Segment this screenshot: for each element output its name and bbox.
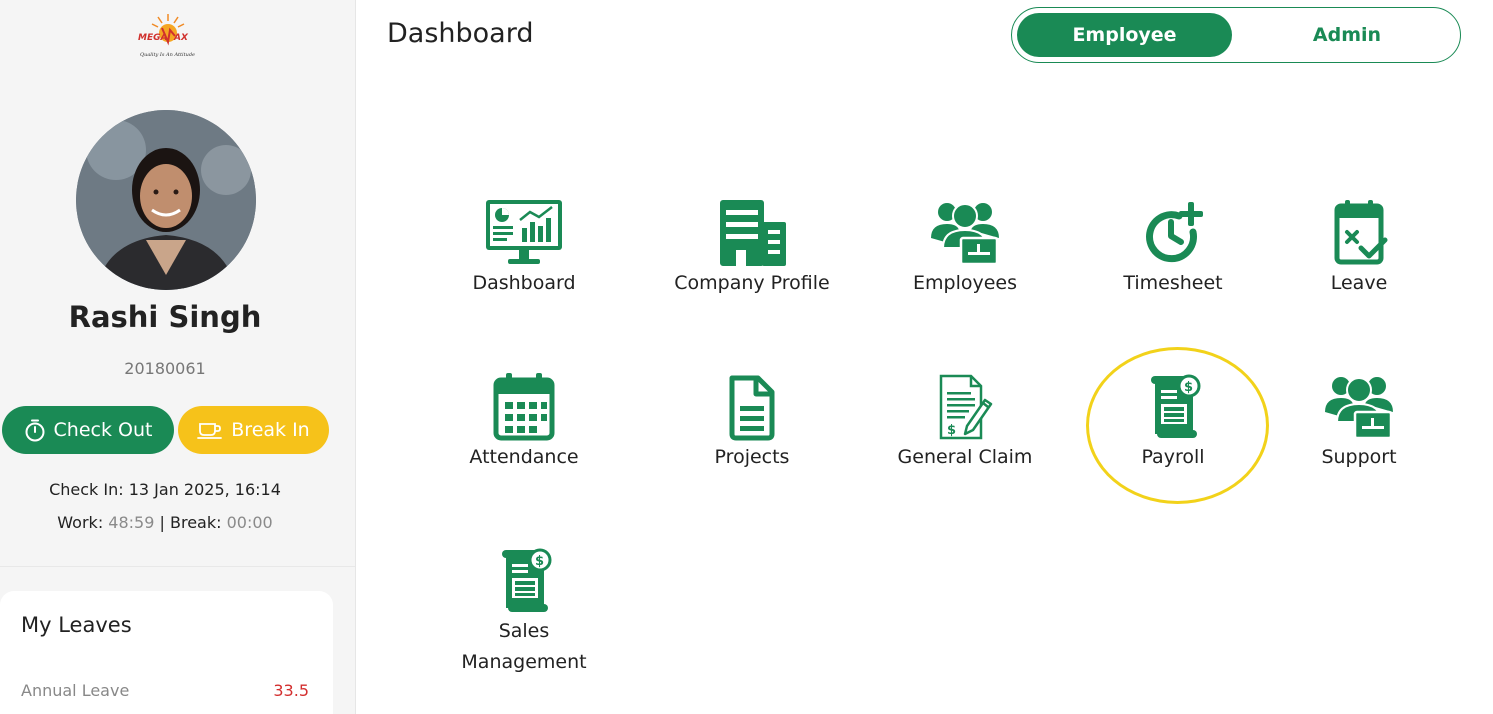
check-in-info: Check In: 13 Jan 2025, 16:14 <box>0 480 330 499</box>
work-label: Work: <box>57 513 104 532</box>
role-toggle: Employee Admin <box>1011 7 1461 63</box>
tile-support[interactable]: Support <box>1269 372 1449 473</box>
leave-balance: 33.5 <box>273 681 309 700</box>
tile-label: Payroll <box>1141 446 1205 468</box>
tile-general-claim[interactable]: $ General Claim <box>875 372 1055 473</box>
tile-label: Timesheet <box>1123 272 1223 294</box>
leave-type: Annual Leave <box>21 681 130 700</box>
tile-label: Employees <box>913 272 1017 294</box>
tile-leave[interactable]: Leave <box>1269 198 1449 299</box>
check-out-label: Check Out <box>53 419 153 441</box>
sidebar-divider <box>0 566 355 567</box>
svg-text:$: $ <box>535 554 544 569</box>
support-group-icon <box>1325 377 1393 440</box>
tile-label: Dashboard <box>472 272 576 294</box>
people-group-icon <box>931 203 999 266</box>
tile-sales-management[interactable]: $ Sales Management <box>434 546 614 678</box>
document-icon <box>729 375 775 441</box>
building-icon <box>720 200 786 266</box>
tile-timesheet[interactable]: Timesheet <box>1083 198 1263 299</box>
tile-label: Support <box>1321 446 1397 468</box>
avatar <box>76 110 256 290</box>
check-out-button[interactable]: Check Out <box>2 406 174 454</box>
calendar-grid-icon <box>493 373 555 441</box>
break-time: 00:00 <box>226 513 273 532</box>
megamax-logo: MEGA AX Quality Is An Attitude <box>134 12 196 62</box>
svg-text:MEGA: MEGA <box>138 33 167 43</box>
tile-label: General Claim <box>897 446 1033 468</box>
employee-toggle-button[interactable]: Employee <box>1017 13 1232 57</box>
monitor-chart-icon <box>486 200 562 264</box>
user-name: Rashi Singh <box>68 300 262 334</box>
tile-employees[interactable]: Employees <box>875 198 1055 299</box>
check-in-label: Check In: <box>49 480 124 499</box>
leave-row: Annual Leave 33.5 <box>21 681 309 700</box>
svg-text:Quality Is An Attitude: Quality Is An Attitude <box>140 52 195 58</box>
tile-label: Sales Management <box>461 620 587 673</box>
sidebar: MEGA AX Quality Is An Attitude Rashi Sin… <box>0 0 356 714</box>
check-in-time: 13 Jan 2025, 16:14 <box>128 480 281 499</box>
svg-text:$: $ <box>947 423 956 438</box>
svg-text:$: $ <box>1184 380 1193 395</box>
info-separator: | <box>159 513 165 532</box>
tile-label: Leave <box>1330 272 1388 294</box>
tile-label: Attendance <box>469 446 579 468</box>
work-break-info: Work: 48:59 | Break: 00:00 <box>0 513 330 532</box>
sales-scroll-icon: $ <box>502 548 552 612</box>
payroll-scroll-icon: $ <box>1151 374 1201 438</box>
svg-text:AX: AX <box>173 33 189 43</box>
coffee-cup-icon <box>197 423 223 439</box>
tile-projects[interactable]: Projects <box>662 372 842 473</box>
claim-form-icon: $ <box>939 374 993 440</box>
tile-attendance[interactable]: Attendance <box>434 372 614 473</box>
admin-toggle-button[interactable]: Admin <box>1237 13 1457 57</box>
tile-label: Company Profile <box>674 272 830 294</box>
clock-plus-icon <box>1146 202 1203 263</box>
tile-company-profile[interactable]: Company Profile <box>662 198 842 299</box>
page-title: Dashboard <box>387 18 534 49</box>
employee-id: 20180061 <box>124 359 206 378</box>
tile-payroll[interactable]: $ Payroll <box>1083 372 1263 473</box>
calendar-check-icon <box>1334 200 1388 265</box>
tile-dashboard[interactable]: Dashboard <box>434 198 614 299</box>
break-in-label: Break In <box>231 419 310 441</box>
tile-label: Projects <box>714 446 790 468</box>
work-time: 48:59 <box>108 513 155 532</box>
stopwatch-icon <box>25 419 45 442</box>
break-label: Break: <box>169 513 222 532</box>
break-in-button[interactable]: Break In <box>178 406 329 454</box>
my-leaves-title: My Leaves <box>21 613 132 637</box>
my-leaves-card: My Leaves Annual Leave 33.5 <box>0 591 333 714</box>
